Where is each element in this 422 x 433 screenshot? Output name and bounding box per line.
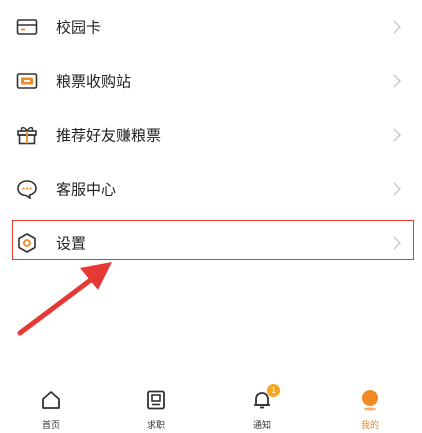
home-icon bbox=[39, 388, 63, 412]
tab-profile[interactable]: 我的 bbox=[325, 378, 415, 433]
chat-icon bbox=[16, 178, 38, 200]
chevron-right-icon bbox=[390, 74, 404, 88]
tab-notifications[interactable]: 1 通知 bbox=[217, 378, 307, 433]
bell-icon: 1 bbox=[250, 384, 280, 412]
menu-item-refer-friends[interactable]: 推荐好友赚粮票 bbox=[0, 108, 422, 162]
tab-label: 我的 bbox=[360, 421, 379, 431]
ticket-icon bbox=[16, 70, 38, 92]
settings-icon bbox=[16, 232, 38, 254]
chevron-right-icon bbox=[390, 128, 404, 142]
menu-item-campus-card[interactable]: 校园卡 bbox=[0, 0, 422, 54]
menu-item-ticket-station[interactable]: 粮票收购站 bbox=[0, 54, 422, 108]
notification-badge: 1 bbox=[267, 384, 280, 397]
gift-icon bbox=[16, 124, 38, 146]
tab-jobs[interactable]: 求职 bbox=[111, 378, 201, 433]
card-icon bbox=[16, 16, 38, 38]
menu-item-label: 设置 bbox=[56, 234, 87, 253]
profile-icon bbox=[358, 388, 382, 412]
menu-item-label: 校园卡 bbox=[56, 18, 102, 37]
job-icon bbox=[144, 388, 168, 412]
tab-label: 通知 bbox=[252, 421, 271, 431]
chevron-right-icon bbox=[390, 20, 404, 34]
menu-item-label: 粮票收购站 bbox=[56, 72, 132, 91]
menu-item-label: 客服中心 bbox=[56, 180, 117, 199]
tab-label: 求职 bbox=[146, 421, 165, 431]
menu-item-customer-service[interactable]: 客服中心 bbox=[0, 162, 422, 216]
tab-label: 首页 bbox=[41, 421, 60, 431]
chevron-right-icon bbox=[390, 182, 404, 196]
tab-home[interactable]: 首页 bbox=[6, 378, 96, 433]
menu-item-label: 推荐好友赚粮票 bbox=[56, 126, 162, 145]
menu-item-settings[interactable]: 设置 bbox=[0, 216, 422, 270]
bottom-tab-bar: 首页 求职 1 通知 我的 bbox=[0, 378, 422, 433]
chevron-right-icon bbox=[390, 236, 404, 250]
